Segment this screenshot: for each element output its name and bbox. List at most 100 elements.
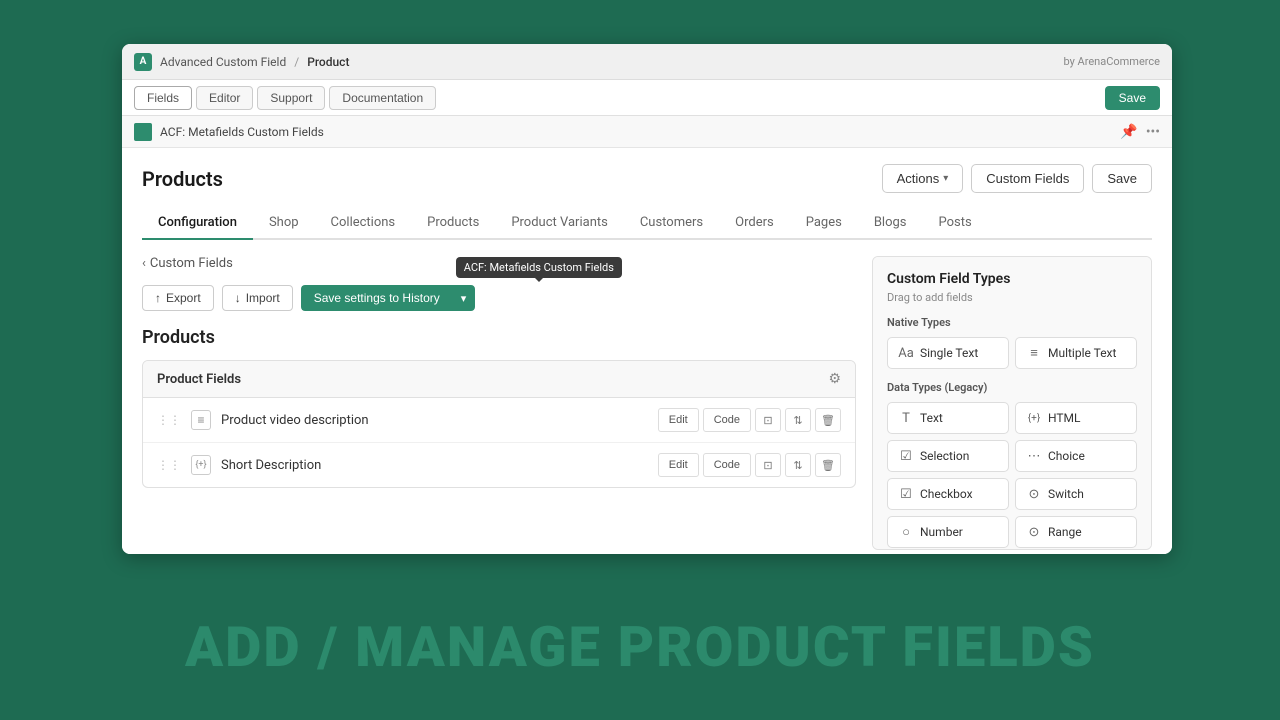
field-type-icon: {+} (191, 455, 211, 475)
panel-subtitle: Drag to add fields (887, 291, 1137, 304)
back-link-label: Custom Fields (150, 256, 233, 271)
move-icon-1[interactable]: ⇅ (785, 453, 811, 477)
selection-label: Selection (920, 449, 969, 463)
type-choice[interactable]: ⋯ Choice (1015, 440, 1137, 472)
tab-fields[interactable]: Fields (134, 86, 192, 110)
type-text[interactable]: T Text (887, 402, 1009, 434)
switch-icon: ⊙ (1026, 486, 1042, 502)
export-icon: ↑ (155, 291, 161, 305)
tab-pages[interactable]: Pages (790, 207, 858, 240)
delete-icon-0[interactable]: 🗑 (815, 408, 841, 432)
sub-bar-app-icon (134, 123, 152, 141)
code-button-0[interactable]: Code (703, 408, 751, 432)
drag-handle-icon[interactable]: ⋮⋮ (157, 413, 181, 427)
tab-customers[interactable]: Customers (624, 207, 719, 240)
move-icon-0[interactable]: ⇅ (785, 408, 811, 432)
tab-products[interactable]: Products (411, 207, 495, 240)
field-actions: Edit Code ⊡ ⇅ 🗑 (658, 408, 841, 432)
field-type-icon: ≡ (191, 410, 211, 430)
pin-icon[interactable]: 📌 (1120, 124, 1137, 140)
page-header: Products Actions ▾ Custom Fields Save (142, 164, 1152, 193)
nav-tabs-bar: Fields Editor Support Documentation Save (122, 80, 1172, 116)
type-switch[interactable]: ⊙ Switch (1015, 478, 1137, 510)
checkbox-label: Checkbox (920, 487, 973, 501)
type-selection[interactable]: ☑ Selection (887, 440, 1009, 472)
save-history-group: ACF: Metafields Custom Fields Save setti… (301, 285, 476, 311)
tab-navigation: Configuration Shop Collections Products … (142, 207, 1152, 240)
import-icon: ↓ (235, 291, 241, 305)
type-html[interactable]: {+} HTML (1015, 402, 1137, 434)
page-title: Products (142, 167, 223, 191)
main-content: Products Actions ▾ Custom Fields Save Co… (122, 148, 1172, 554)
code-button-1[interactable]: Code (703, 453, 751, 477)
switch-label: Switch (1048, 487, 1084, 501)
checkbox-icon: ☑ (898, 486, 914, 502)
tab-collections[interactable]: Collections (315, 207, 412, 240)
sub-bar: ACF: Metafields Custom Fields 📌 ••• (122, 116, 1172, 148)
multiple-text-label: Multiple Text (1048, 346, 1116, 360)
section-title: Products (142, 327, 856, 348)
breadcrumb-current: Product (307, 55, 349, 69)
tooltip-popup: ACF: Metafields Custom Fields (456, 257, 622, 278)
sub-bar-title: ACF: Metafields Custom Fields (160, 125, 324, 139)
type-multiple-text[interactable]: ≡ Multiple Text (1015, 337, 1137, 369)
more-icon[interactable]: ••• (1146, 124, 1160, 140)
text-label: Text (920, 411, 943, 425)
copy-icon-1[interactable]: ⊡ (755, 453, 781, 477)
type-checkbox[interactable]: ☑ Checkbox (887, 478, 1009, 510)
single-text-icon: Aa (898, 345, 914, 361)
tab-support[interactable]: Support (257, 86, 325, 110)
native-types-label: Native Types (887, 316, 1137, 329)
delete-icon-1[interactable]: 🗑 (815, 453, 841, 477)
custom-fields-button[interactable]: Custom Fields (971, 164, 1084, 193)
left-panel: ‹ Custom Fields ↑ Export ↓ Import (142, 256, 856, 550)
panel-title: Custom Field Types (887, 271, 1137, 287)
field-actions: Edit Code ⊡ ⇅ 🗑 (658, 453, 841, 477)
actions-button[interactable]: Actions ▾ (882, 164, 964, 193)
tab-orders[interactable]: Orders (719, 207, 790, 240)
tab-posts[interactable]: Posts (923, 207, 988, 240)
field-name: Product video description (221, 413, 648, 428)
browser-window: A Advanced Custom Field / Product by Are… (122, 44, 1172, 554)
breadcrumb-sep: / (294, 55, 299, 69)
text-icon: T (898, 410, 914, 426)
native-types-grid: Aa Single Text ≡ Multiple Text (887, 337, 1137, 369)
import-button[interactable]: ↓ Import (222, 285, 293, 311)
tab-configuration[interactable]: Configuration (142, 207, 253, 240)
breadcrumb-app: Advanced Custom Field (160, 55, 286, 69)
save-history-chevron[interactable]: ▾ (452, 285, 476, 311)
tab-editor[interactable]: Editor (196, 86, 253, 110)
save-history-button[interactable]: Save settings to History (301, 285, 452, 311)
export-button[interactable]: ↑ Export (142, 285, 214, 311)
range-label: Range (1048, 525, 1082, 539)
drag-handle-icon[interactable]: ⋮⋮ (157, 458, 181, 472)
number-label: Number (920, 525, 963, 539)
type-single-text[interactable]: Aa Single Text (887, 337, 1009, 369)
type-range[interactable]: ⊙ Range (1015, 516, 1137, 548)
sub-bar-icons: 📌 ••• (1120, 124, 1160, 140)
tab-documentation[interactable]: Documentation (329, 86, 436, 110)
fields-card-settings-icon[interactable]: ⚙ (828, 371, 841, 387)
field-name: Short Description (221, 458, 648, 473)
tab-product-variants[interactable]: Product Variants (495, 207, 624, 240)
actions-chevron-icon: ▾ (943, 173, 948, 184)
range-icon: ⊙ (1026, 524, 1042, 540)
save-button-top[interactable]: Save (1105, 86, 1160, 110)
tab-shop[interactable]: Shop (253, 207, 315, 240)
type-number[interactable]: ○ Number (887, 516, 1009, 548)
tab-blogs[interactable]: Blogs (858, 207, 923, 240)
choice-icon: ⋯ (1026, 448, 1042, 464)
save-button[interactable]: Save (1092, 164, 1152, 193)
table-row: ⋮⋮ ≡ Product video description Edit Code… (143, 398, 855, 443)
edit-button-0[interactable]: Edit (658, 408, 699, 432)
selection-icon: ☑ (898, 448, 914, 464)
copy-icon-0[interactable]: ⊡ (755, 408, 781, 432)
back-arrow-icon: ‹ (142, 256, 146, 271)
fields-card-title: Product Fields (157, 372, 241, 387)
import-label: Import (246, 291, 280, 305)
edit-button-1[interactable]: Edit (658, 453, 699, 477)
content-area: ‹ Custom Fields ↑ Export ↓ Import (142, 256, 1152, 550)
choice-label: Choice (1048, 449, 1085, 463)
number-icon: ○ (898, 524, 914, 540)
page-actions: Actions ▾ Custom Fields Save (882, 164, 1152, 193)
